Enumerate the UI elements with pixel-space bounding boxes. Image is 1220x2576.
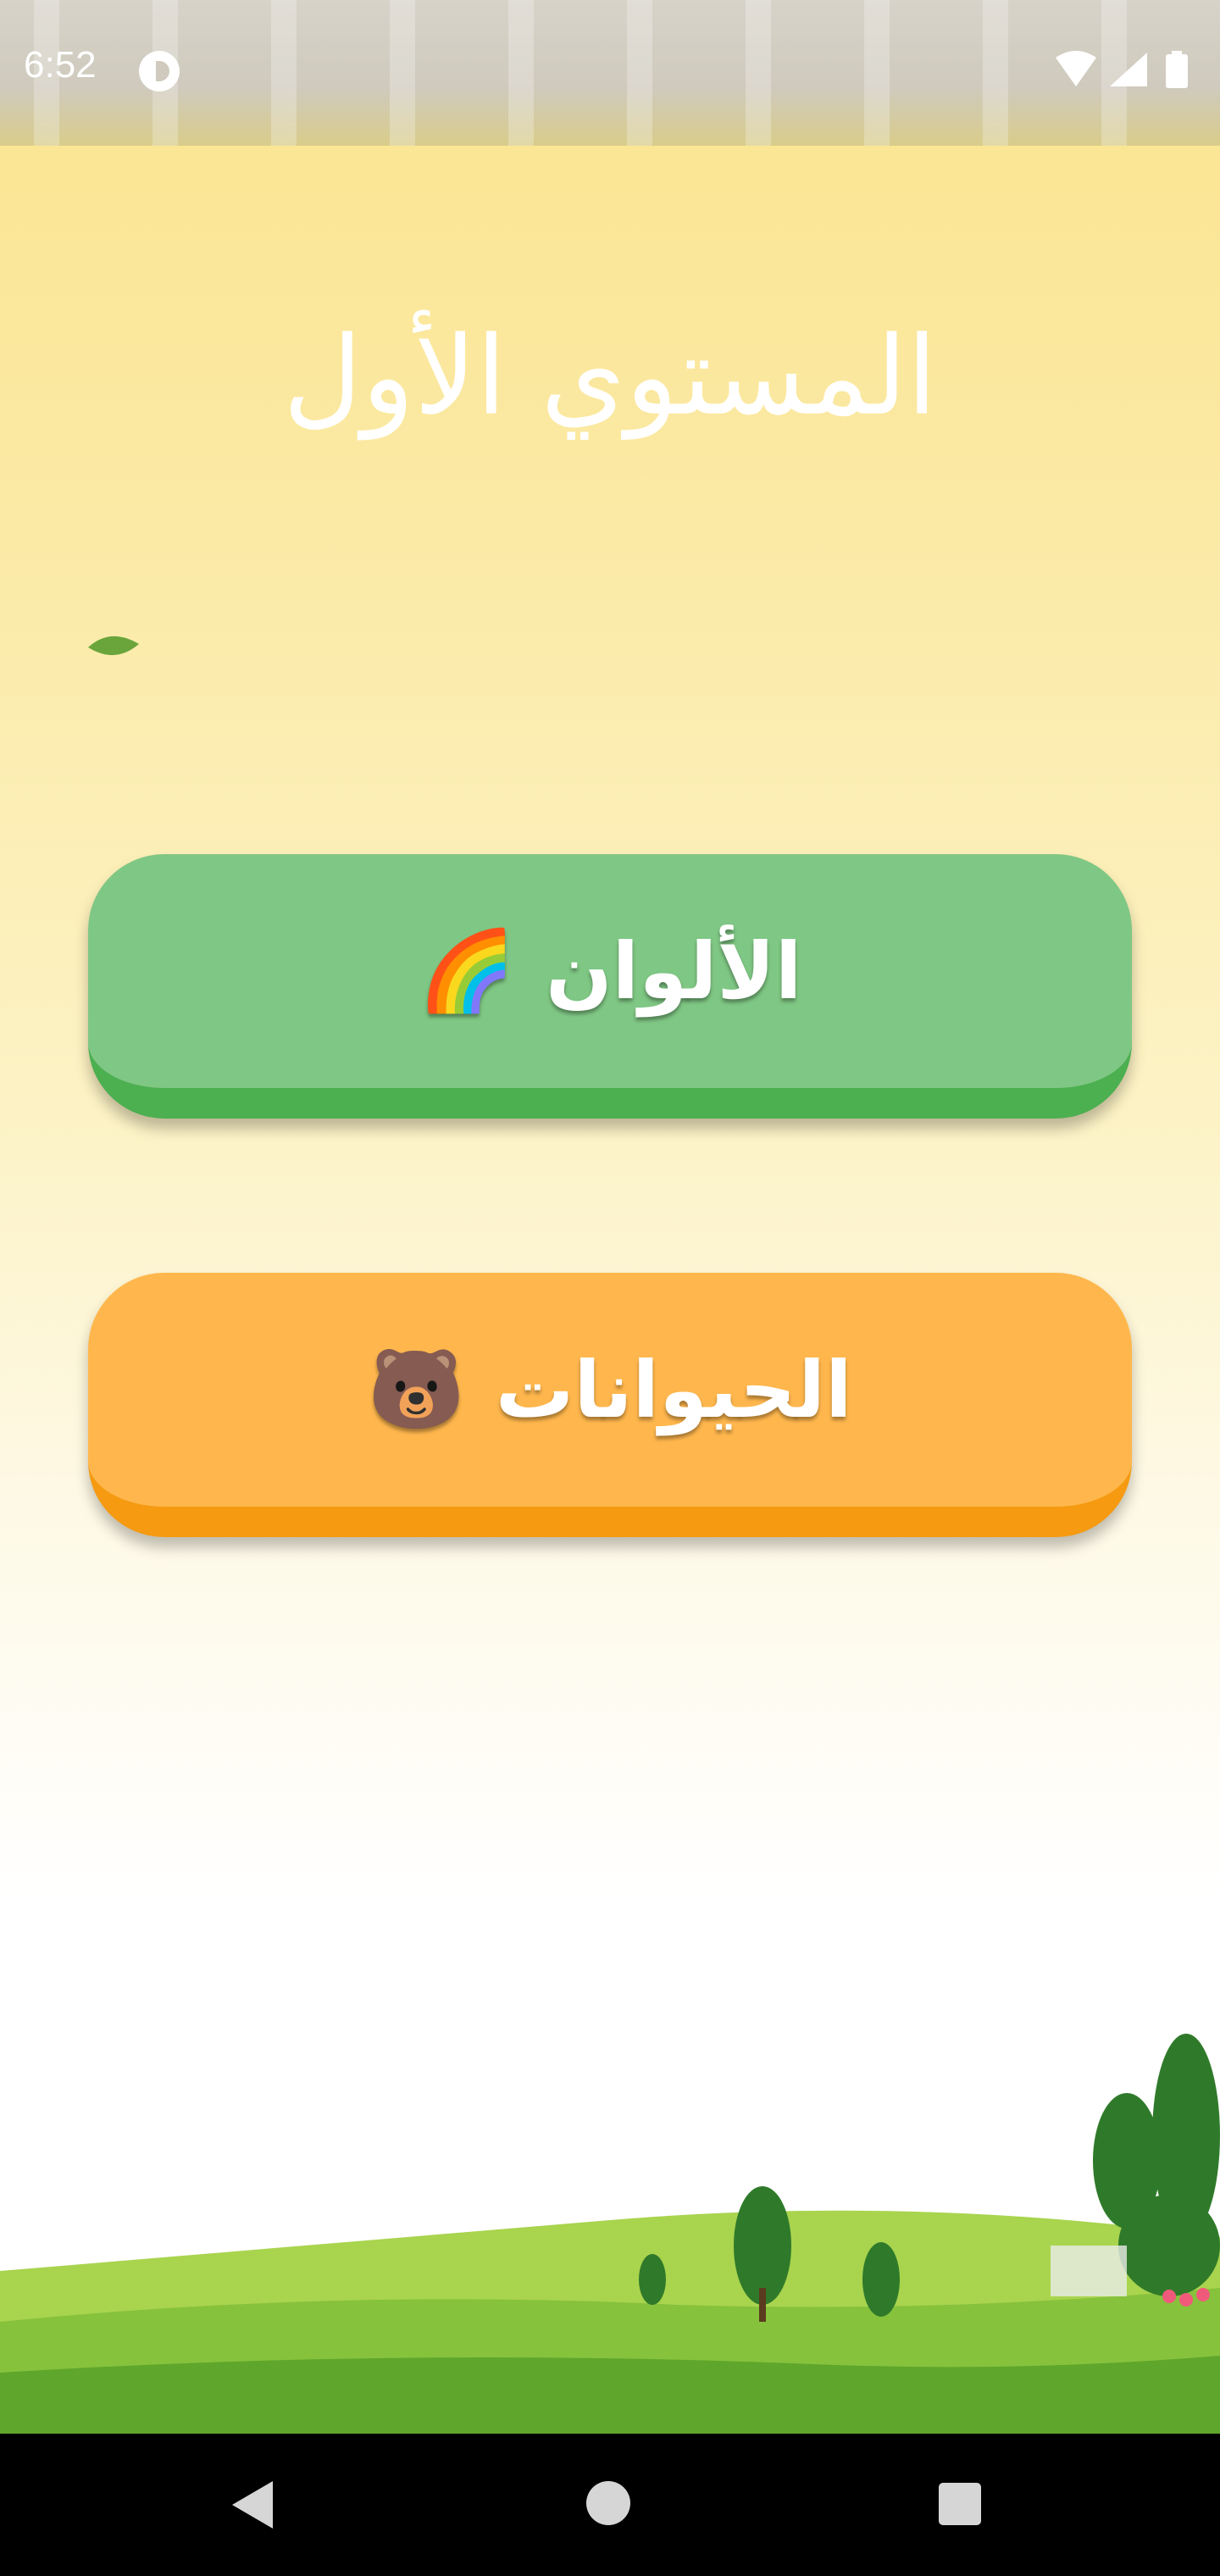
wifi-icon bbox=[1056, 51, 1096, 86]
battery-icon bbox=[1166, 54, 1188, 88]
signal-icon bbox=[1110, 53, 1147, 86]
status-time: 6:52 bbox=[24, 44, 97, 86]
colors-button[interactable]: الألوان 🌈 bbox=[88, 854, 1132, 1119]
back-icon[interactable] bbox=[229, 2478, 276, 2532]
colors-button-label: الألوان 🌈 bbox=[419, 925, 802, 1017]
bear-icon: 🐻 bbox=[368, 1344, 465, 1435]
animals-button-label: الحيوانات 🐻 bbox=[368, 1344, 851, 1435]
animals-button[interactable]: الحيوانات 🐻 bbox=[88, 1273, 1132, 1537]
animals-label-text: الحيوانات bbox=[495, 1344, 852, 1435]
app-indicator-icon bbox=[139, 51, 180, 92]
status-bar: 6:52 bbox=[0, 0, 1220, 146]
rainbow-icon: 🌈 bbox=[418, 925, 516, 1016]
landscape-illustration bbox=[0, 2034, 1220, 2434]
leaf-decoration bbox=[88, 636, 139, 656]
home-icon[interactable] bbox=[586, 2481, 630, 2525]
page-title: المستوي الأول bbox=[283, 314, 937, 440]
status-icons bbox=[1056, 51, 1188, 88]
colors-label-text: الألوان bbox=[546, 925, 802, 1017]
recents-icon[interactable] bbox=[939, 2483, 981, 2525]
